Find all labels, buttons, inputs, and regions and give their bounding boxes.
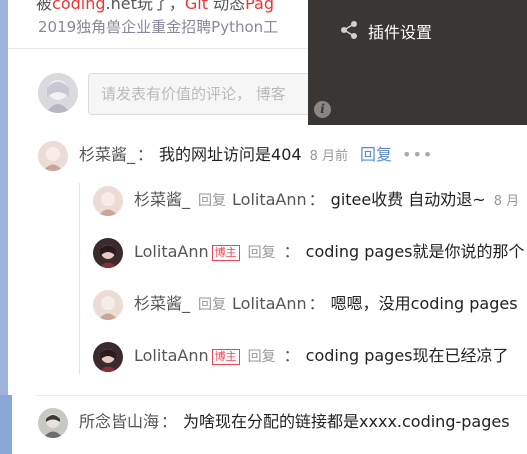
plugin-settings-title[interactable]: 插件设置	[368, 19, 432, 43]
avatar[interactable]	[93, 186, 123, 216]
reply-item: 杉菜酱_ 回复 LolitaAnn： gitee收费 自动劝退~ 8 月	[134, 190, 520, 209]
avatar[interactable]	[38, 141, 68, 171]
reply-text: gitee收费 自动劝退~	[330, 190, 486, 209]
author-badge: 博主	[211, 245, 240, 261]
reply-button[interactable]: 回复	[360, 145, 392, 164]
reply-username[interactable]: 杉菜酱_	[134, 190, 190, 209]
divider	[36, 395, 527, 396]
reply-username[interactable]: LolitaAnn	[134, 242, 209, 261]
avatar[interactable]	[93, 290, 123, 320]
avatar[interactable]	[38, 408, 68, 438]
plugin-settings-panel: 插件设置 i	[308, 0, 527, 125]
author-badge: 博主	[211, 349, 240, 365]
article-link-line[interactable]: 被coding.net玩了，Git 动态Pag	[36, 0, 274, 14]
reply-time: 8 月	[493, 194, 520, 209]
comment-item: 所念皆山海：为啥现在分配的链接都是xxxx.coding-pages	[79, 412, 510, 431]
reply-target-user[interactable]: LolitaAnn	[232, 294, 307, 313]
current-user-avatar	[38, 73, 78, 113]
share-icon[interactable]	[340, 20, 360, 40]
avatar[interactable]	[93, 238, 123, 268]
left-edge-stripe	[0, 0, 8, 454]
comment-username[interactable]: 杉菜酱_	[79, 145, 135, 164]
comment-text: 为啥现在分配的链接都是xxxx.coding-pages	[183, 412, 510, 431]
comment-item: 杉菜酱_：我的网址访问是404 8 月前 回复 •••	[79, 145, 434, 164]
reply-item: 杉菜酱_ 回复 LolitaAnn：嗯嗯，没用coding pages	[134, 294, 518, 313]
article-subtitle: 2019独角兽企业重金招聘Python工	[38, 18, 279, 36]
comment-time: 8 月前	[309, 149, 348, 164]
reply-item: LolitaAnn 博主 回复： coding pages就是你说的那个	[134, 242, 525, 261]
reply-text: coding pages现在已经凉了	[305, 346, 509, 365]
comment-username[interactable]: 所念皆山海	[79, 412, 159, 431]
more-options-icon[interactable]: •••	[402, 145, 433, 164]
reply-text: 嗯嗯，没用coding pages	[330, 294, 518, 313]
info-icon[interactable]: i	[314, 101, 331, 118]
reply-target-user[interactable]: LolitaAnn	[232, 190, 307, 209]
reply-username[interactable]: LolitaAnn	[134, 346, 209, 365]
reply-text: coding pages就是你说的那个	[305, 242, 525, 261]
avatar[interactable]	[93, 342, 123, 372]
reply-username[interactable]: 杉菜酱_	[134, 294, 190, 313]
reply-item: LolitaAnn 博主 回复： coding pages现在已经凉了	[134, 346, 509, 365]
left-edge-stripe-bottom	[0, 395, 12, 454]
reply-thread-line	[79, 183, 80, 375]
comment-text: 我的网址访问是404	[159, 145, 302, 164]
